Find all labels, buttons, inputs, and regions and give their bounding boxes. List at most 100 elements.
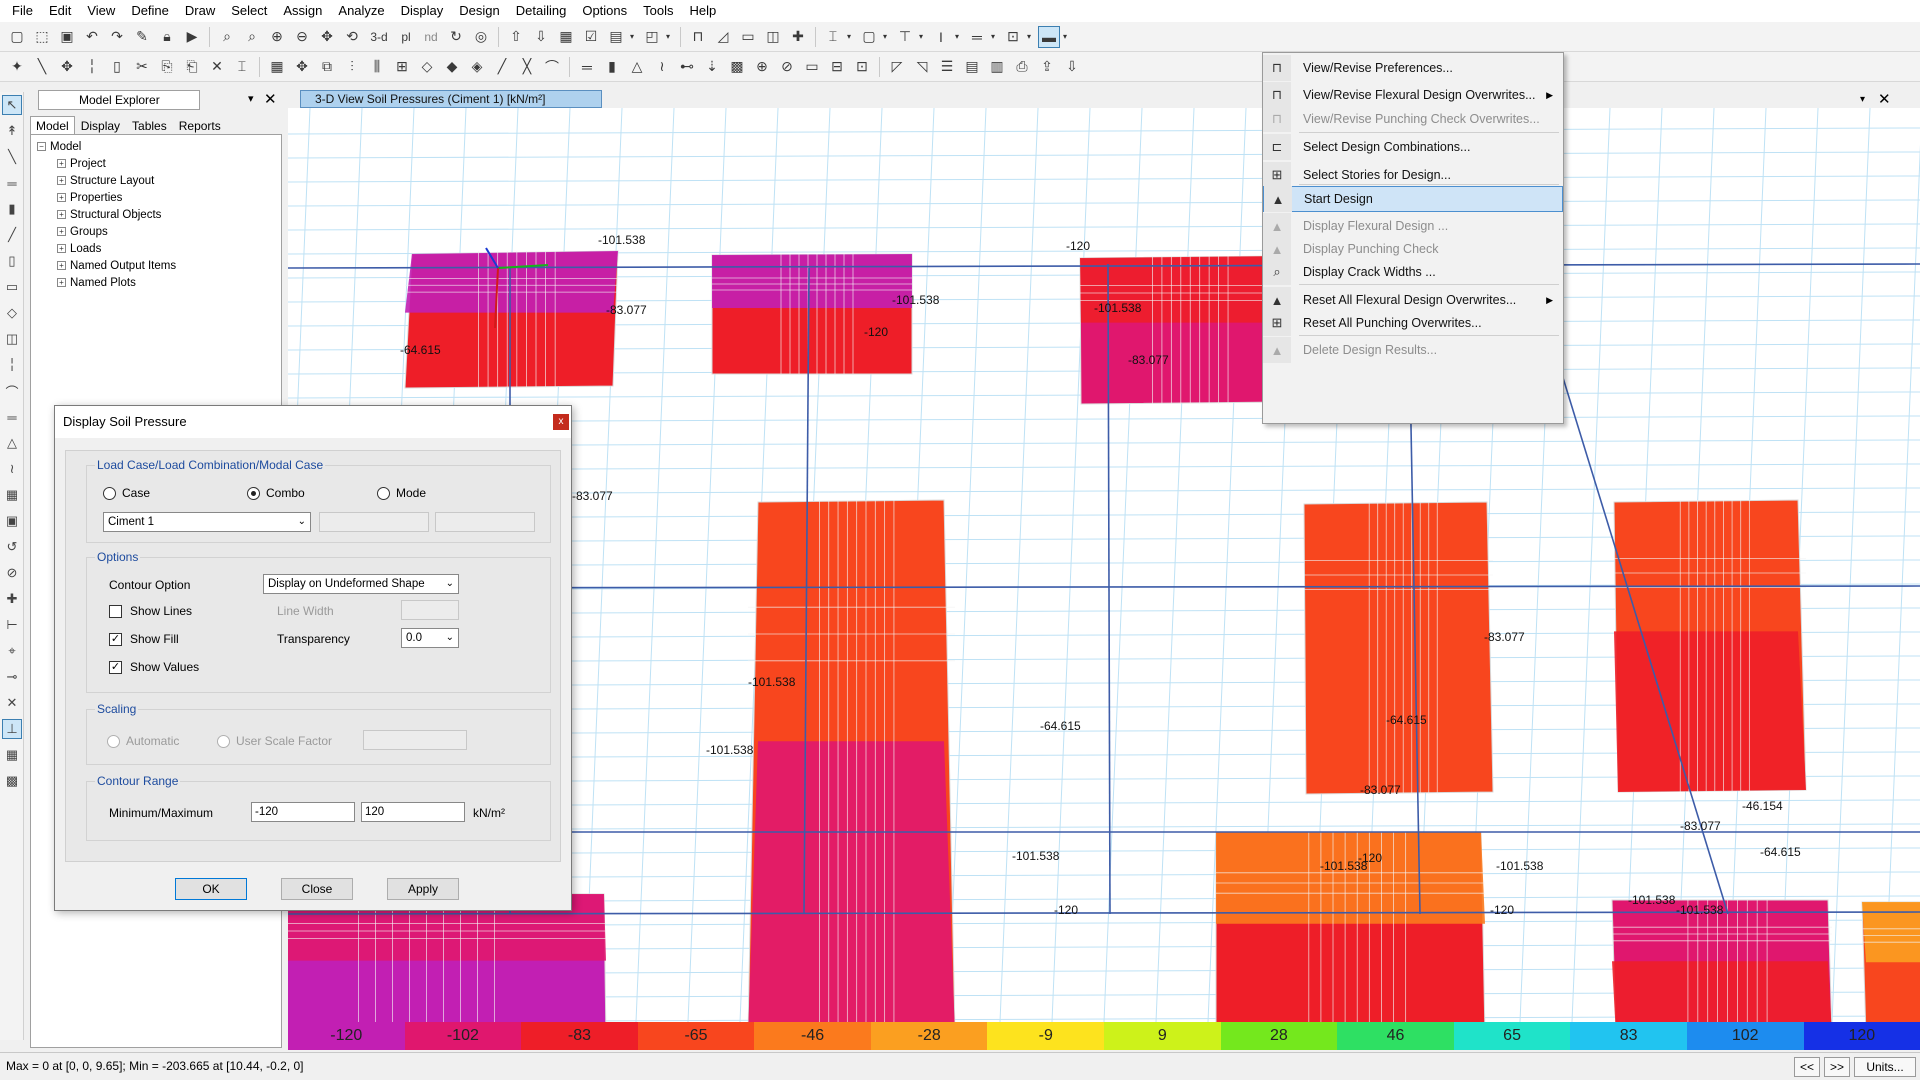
menu-edit[interactable]: Edit [41, 0, 79, 22]
view-3d-button[interactable]: 3-d [366, 26, 392, 48]
object-shrink-icon[interactable]: ◰ [641, 26, 663, 48]
edge-icon[interactable]: ▭ [801, 56, 823, 78]
automatic-radio[interactable]: Automatic [107, 734, 179, 748]
menu-item-select-design-combinations[interactable]: ⊏ Select Design Combinations... [1263, 134, 1563, 160]
tree-node-loads[interactable]: + Loads [37, 240, 281, 257]
close-icon[interactable]: ✕ [264, 90, 277, 108]
line-icon[interactable]: ╲ [31, 56, 53, 78]
paste-icon[interactable]: ⎗ [181, 56, 203, 78]
tendon-icon[interactable]: ⊤ [894, 26, 916, 48]
case-radio[interactable]: Case [103, 486, 150, 500]
menu-tools[interactable]: Tools [635, 0, 681, 22]
menu-display[interactable]: Display [393, 0, 452, 22]
menu-item-display-crack-widths[interactable]: ⌕ Display Crack Widths ... [1263, 259, 1563, 285]
delete-icon[interactable]: ✕ [206, 56, 228, 78]
menu-item-start-design[interactable]: ▲ Start Design [1263, 186, 1563, 212]
table-icon[interactable]: ▤ [961, 56, 983, 78]
draw-spring-icon[interactable]: ≀ [2, 459, 22, 479]
menu-assign[interactable]: Assign [275, 0, 330, 22]
tree-node-named-plots[interactable]: + Named Plots [37, 274, 281, 291]
show-values-checkbox[interactable]: ✓ Show Values [109, 660, 199, 674]
draw-strip-icon[interactable]: ╎ [2, 355, 22, 375]
menu-item-view-revise-punching-check-overwrites[interactable]: ⊓ View/Revise Punching Check Overwrites..… [1263, 106, 1563, 132]
draw-column-icon[interactable]: ▮ [2, 199, 22, 219]
draw-support-icon[interactable]: △ [2, 433, 22, 453]
transparency-select[interactable]: 0.0 ⌄ [401, 628, 459, 648]
draw-opening-icon[interactable]: ◫ [2, 329, 22, 349]
snap-line-icon[interactable]: ◫ [762, 26, 784, 48]
view-pin-icon[interactable]: ▾ [1860, 94, 1865, 105]
combo-radio[interactable]: Combo [247, 486, 305, 500]
display-options-icon[interactable]: ▤ [605, 26, 627, 48]
expand-icon[interactable]: + [57, 176, 66, 185]
rebar-icon[interactable]: ═ [966, 26, 988, 48]
report-icon[interactable]: ▥ [986, 56, 1008, 78]
rebar-icon[interactable]: ═ [576, 56, 598, 78]
divide-icon[interactable]: ⫼ [366, 56, 388, 78]
snap-icon[interactable]: ⊓ [687, 26, 709, 48]
mode-radio[interactable]: Mode [377, 486, 426, 500]
redo-icon[interactable]: ↷ [106, 26, 128, 48]
run-icon[interactable]: ▶ [181, 26, 203, 48]
menu-options[interactable]: Options [574, 0, 635, 22]
menu-view[interactable]: View [79, 0, 123, 22]
tree-node-structure-layout[interactable]: + Structure Layout [37, 172, 281, 189]
split-icon[interactable]: ⊘ [776, 56, 798, 78]
measure-icon[interactable]: ⊢ [2, 615, 22, 635]
tree-node-project[interactable]: + Project [37, 155, 281, 172]
shell-icon[interactable]: ▢ [858, 26, 880, 48]
spring-icon[interactable]: ≀ [651, 56, 673, 78]
snap-perp-icon[interactable]: ⊥ [2, 719, 22, 739]
menu-detailing[interactable]: Detailing [508, 0, 575, 22]
expand-icon[interactable]: + [57, 278, 66, 287]
tree-node-named-output-items[interactable]: + Named Output Items [37, 257, 281, 274]
minimum-field[interactable]: -120 [251, 802, 355, 822]
strip-icon[interactable]: ╱ [491, 56, 513, 78]
select-all-icon[interactable]: ▣ [2, 511, 22, 531]
show-fill-checkbox[interactable]: ✓ Show Fill [109, 632, 179, 646]
menu-analyze[interactable]: Analyze [330, 0, 392, 22]
draw-brace-icon[interactable]: ╱ [2, 225, 22, 245]
tab-display[interactable]: Display [75, 116, 126, 136]
expand-icon[interactable]: + [57, 159, 66, 168]
quick-draw-icon[interactable]: ✚ [787, 26, 809, 48]
design-menu-icon[interactable]: ▬ [1038, 25, 1060, 48]
snap-mid-icon[interactable]: ⊸ [2, 667, 22, 687]
draw-wall-icon[interactable]: ▯ [2, 251, 22, 271]
undo-icon[interactable]: ↶ [81, 26, 103, 48]
menu-help[interactable]: Help [682, 0, 725, 22]
expand-icon[interactable]: + [57, 210, 66, 219]
extrude-icon[interactable]: ⊟ [826, 56, 848, 78]
align-icon[interactable]: ⫶ [341, 56, 363, 78]
draw-area-icon[interactable]: ◇ [2, 303, 22, 323]
apply-button[interactable]: Apply [387, 878, 459, 900]
tab-tables[interactable]: Tables [126, 116, 173, 136]
grid-icon[interactable]: ▦ [555, 26, 577, 48]
expand-icon[interactable]: + [57, 193, 66, 202]
contour-option-select[interactable]: Display on Undeformed Shape ⌄ [263, 574, 459, 594]
tab-model[interactable]: Model [30, 116, 75, 136]
rotate-icon[interactable]: ↻ [445, 26, 467, 48]
link-icon[interactable]: ⊷ [676, 56, 698, 78]
zoom-in-icon[interactable]: ⊕ [266, 26, 288, 48]
intersect-icon[interactable]: ✚ [2, 589, 22, 609]
units-button[interactable]: Units... [1854, 1057, 1916, 1077]
menu-item-delete-design-results[interactable]: ▲ Delete Design Results... [1263, 337, 1563, 363]
import-icon[interactable]: ⇩ [1061, 56, 1083, 78]
draw-slab-icon[interactable]: ▭ [2, 277, 22, 297]
grid-icon[interactable]: ▦ [266, 56, 288, 78]
section-icon[interactable]: I [930, 26, 952, 48]
detail-icon[interactable]: ⊡ [1002, 26, 1024, 48]
menu-item-view-revise-flexural-design-overwrites[interactable]: ⊓ View/Revise Flexural Design Overwrites.… [1263, 82, 1563, 108]
tree-node-properties[interactable]: + Properties [37, 189, 281, 206]
snap-intersect-icon[interactable]: ✕ [2, 693, 22, 713]
pier-icon[interactable]: ▮ [601, 56, 623, 78]
support-icon[interactable]: △ [626, 56, 648, 78]
copy-icon[interactable]: ⎘ [156, 56, 178, 78]
draw-line-icon[interactable]: ╲ [2, 147, 22, 167]
point-icon[interactable]: ✦ [6, 56, 28, 78]
show-lines-checkbox[interactable]: Show Lines [109, 604, 192, 618]
perspective-icon[interactable]: ◎ [470, 26, 492, 48]
pointer-icon[interactable]: ↖ [2, 95, 22, 115]
elevation-view-button[interactable]: nd [420, 26, 442, 48]
